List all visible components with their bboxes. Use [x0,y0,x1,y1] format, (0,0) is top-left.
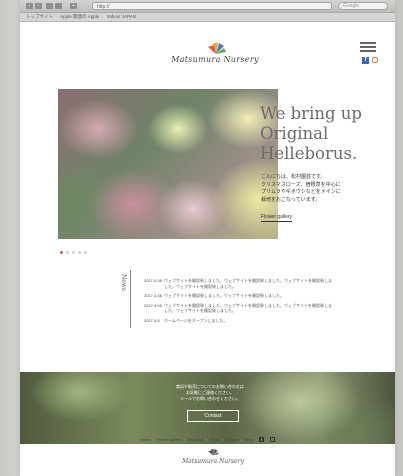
news-date: 2017.4.8 [144,317,160,323]
news-text: ウェブサイトを開設致しました。ウェブサイトを開設致しました。 [164,293,284,298]
intro-line: クリスマスローズ、宿根草を中心に [261,181,341,188]
banner-text: 栽培や販売についてのお問い合わせは お気軽にご連絡ください。 メールでお問い合わ… [160,384,260,402]
intro-line: 栽培をおこなっています。 [261,196,321,203]
slider-dots [60,241,90,254]
news-text: ホームページをオープンしました。 [164,317,228,323]
news-item[interactable]: 2017.4.08 ウェブサイトを開設致しました。ウェブサイトを開設致しました。 [144,293,334,299]
footer-link-contact[interactable]: Contact [225,437,239,442]
slide-dot[interactable] [78,251,81,254]
news-item[interactable]: 2017.4.08 ウェブサイトを開設致しました。ウェブサイトを開設致しました。… [144,303,334,314]
facebook-icon[interactable]: f [362,57,369,64]
facebook-icon[interactable]: f [259,437,265,443]
headline-line: Helleborus. [260,144,358,163]
headline-line: We bring up [260,104,362,123]
bookmark-item[interactable]: Yahoo! JAPAN [107,14,136,19]
flower-gallery-link[interactable]: Flower gallery [261,214,293,222]
news-date: 2017.4.08 [144,278,162,283]
news-heading: News [120,274,127,292]
back-arrow-icon[interactable]: ‹ [26,3,33,9]
separator: | [205,437,207,442]
headline-line: Original [260,124,329,143]
intro-text: こんにちは、松村園芸です。 クリスマスローズ、宿根草を中心に プリムラやギボウシ… [261,174,351,204]
news-text: ウェブサイトを開設致しました。ウェブサイトを開設致しました。ウェブサイトを開設致… [164,302,332,314]
news-date: 2017.4.08 [144,293,162,298]
separator: | [152,437,154,442]
contact-button[interactable]: Contact [187,410,239,422]
news-text: ウェブサイトを開設致しました。ウェブサイトを開設致しました。ウェブサイトを開設致… [164,278,332,289]
slide-dot[interactable] [60,251,63,254]
search-field[interactable]: Google [338,2,388,10]
slide-dot[interactable] [66,251,69,254]
footer-link-about[interactable]: About us [188,437,204,442]
news-list: 2017.4.08 ウェブサイトを開設致しました。ウェブサイトを開設致しました。… [144,278,334,327]
news-date: 2017.4.08 [144,302,162,308]
separator: | [220,437,222,442]
slide-dot[interactable] [72,251,75,254]
footer-link-blog[interactable]: Blog [245,437,253,442]
share-icon[interactable] [46,3,53,9]
footer-logo-flower-icon [208,449,219,456]
bookmark-item[interactable]: トップサイト [26,14,53,19]
hero-headline: We bring up Original Helleborus. [260,104,390,164]
separator: | [183,437,185,442]
logo-flower-icon[interactable] [204,42,228,56]
bookmarks-bar: トップサイト Apple 関連の Apple Yahoo! JAPAN [20,13,395,22]
banner-line: メールでお問い合わせください。 [180,396,240,401]
footer-logo[interactable]: Matsumura Nursery [170,458,256,465]
browser-toolbar: ‹ › + http:// Google [20,0,395,13]
forward-arrow-icon[interactable]: › [35,3,42,9]
intro-line: こんにちは、松村園芸です。 [261,174,326,180]
url-field[interactable]: http:// [92,2,332,10]
intro-line: プリムラやギボウシなどをメインに [261,189,341,195]
hamburger-menu-icon[interactable] [360,42,376,52]
add-tab-icon[interactable]: + [70,3,77,9]
contact-banner: 栽培や販売についてのお問い合わせは お気軽にご連絡ください。 メールでお問い合わ… [20,372,395,444]
news-item[interactable]: 2017.4.08 ウェブサイトを開設致しました。ウェブサイトを開設致しました。… [144,278,334,289]
instagram-icon[interactable] [270,437,276,443]
browser-window: ‹ › + http:// Google トップサイト Apple 関連の Ap… [20,0,395,476]
footer-link-price[interactable]: Price [210,437,219,442]
slide-dot[interactable] [84,251,87,254]
footer-link-home[interactable]: Home [140,437,151,442]
separator: | [240,437,242,442]
hero-image [58,89,278,239]
footer-link-gallery[interactable]: Flower gallery [157,437,182,442]
web-page: Matsumura Nursery f We bring up Original… [20,22,395,476]
site-logo[interactable]: Matsumura Nursery [170,55,260,64]
footer-nav: Home | Flower gallery | About us | Price | C… [140,437,340,443]
news-divider [130,270,131,328]
bookmark-item[interactable]: Apple 関連の Apple [60,14,99,19]
instagram-icon[interactable] [372,57,378,63]
news-item[interactable]: 2017.4.8 ホームページをオープンしました。 [144,318,334,324]
bookmarks-icon[interactable] [55,3,62,9]
